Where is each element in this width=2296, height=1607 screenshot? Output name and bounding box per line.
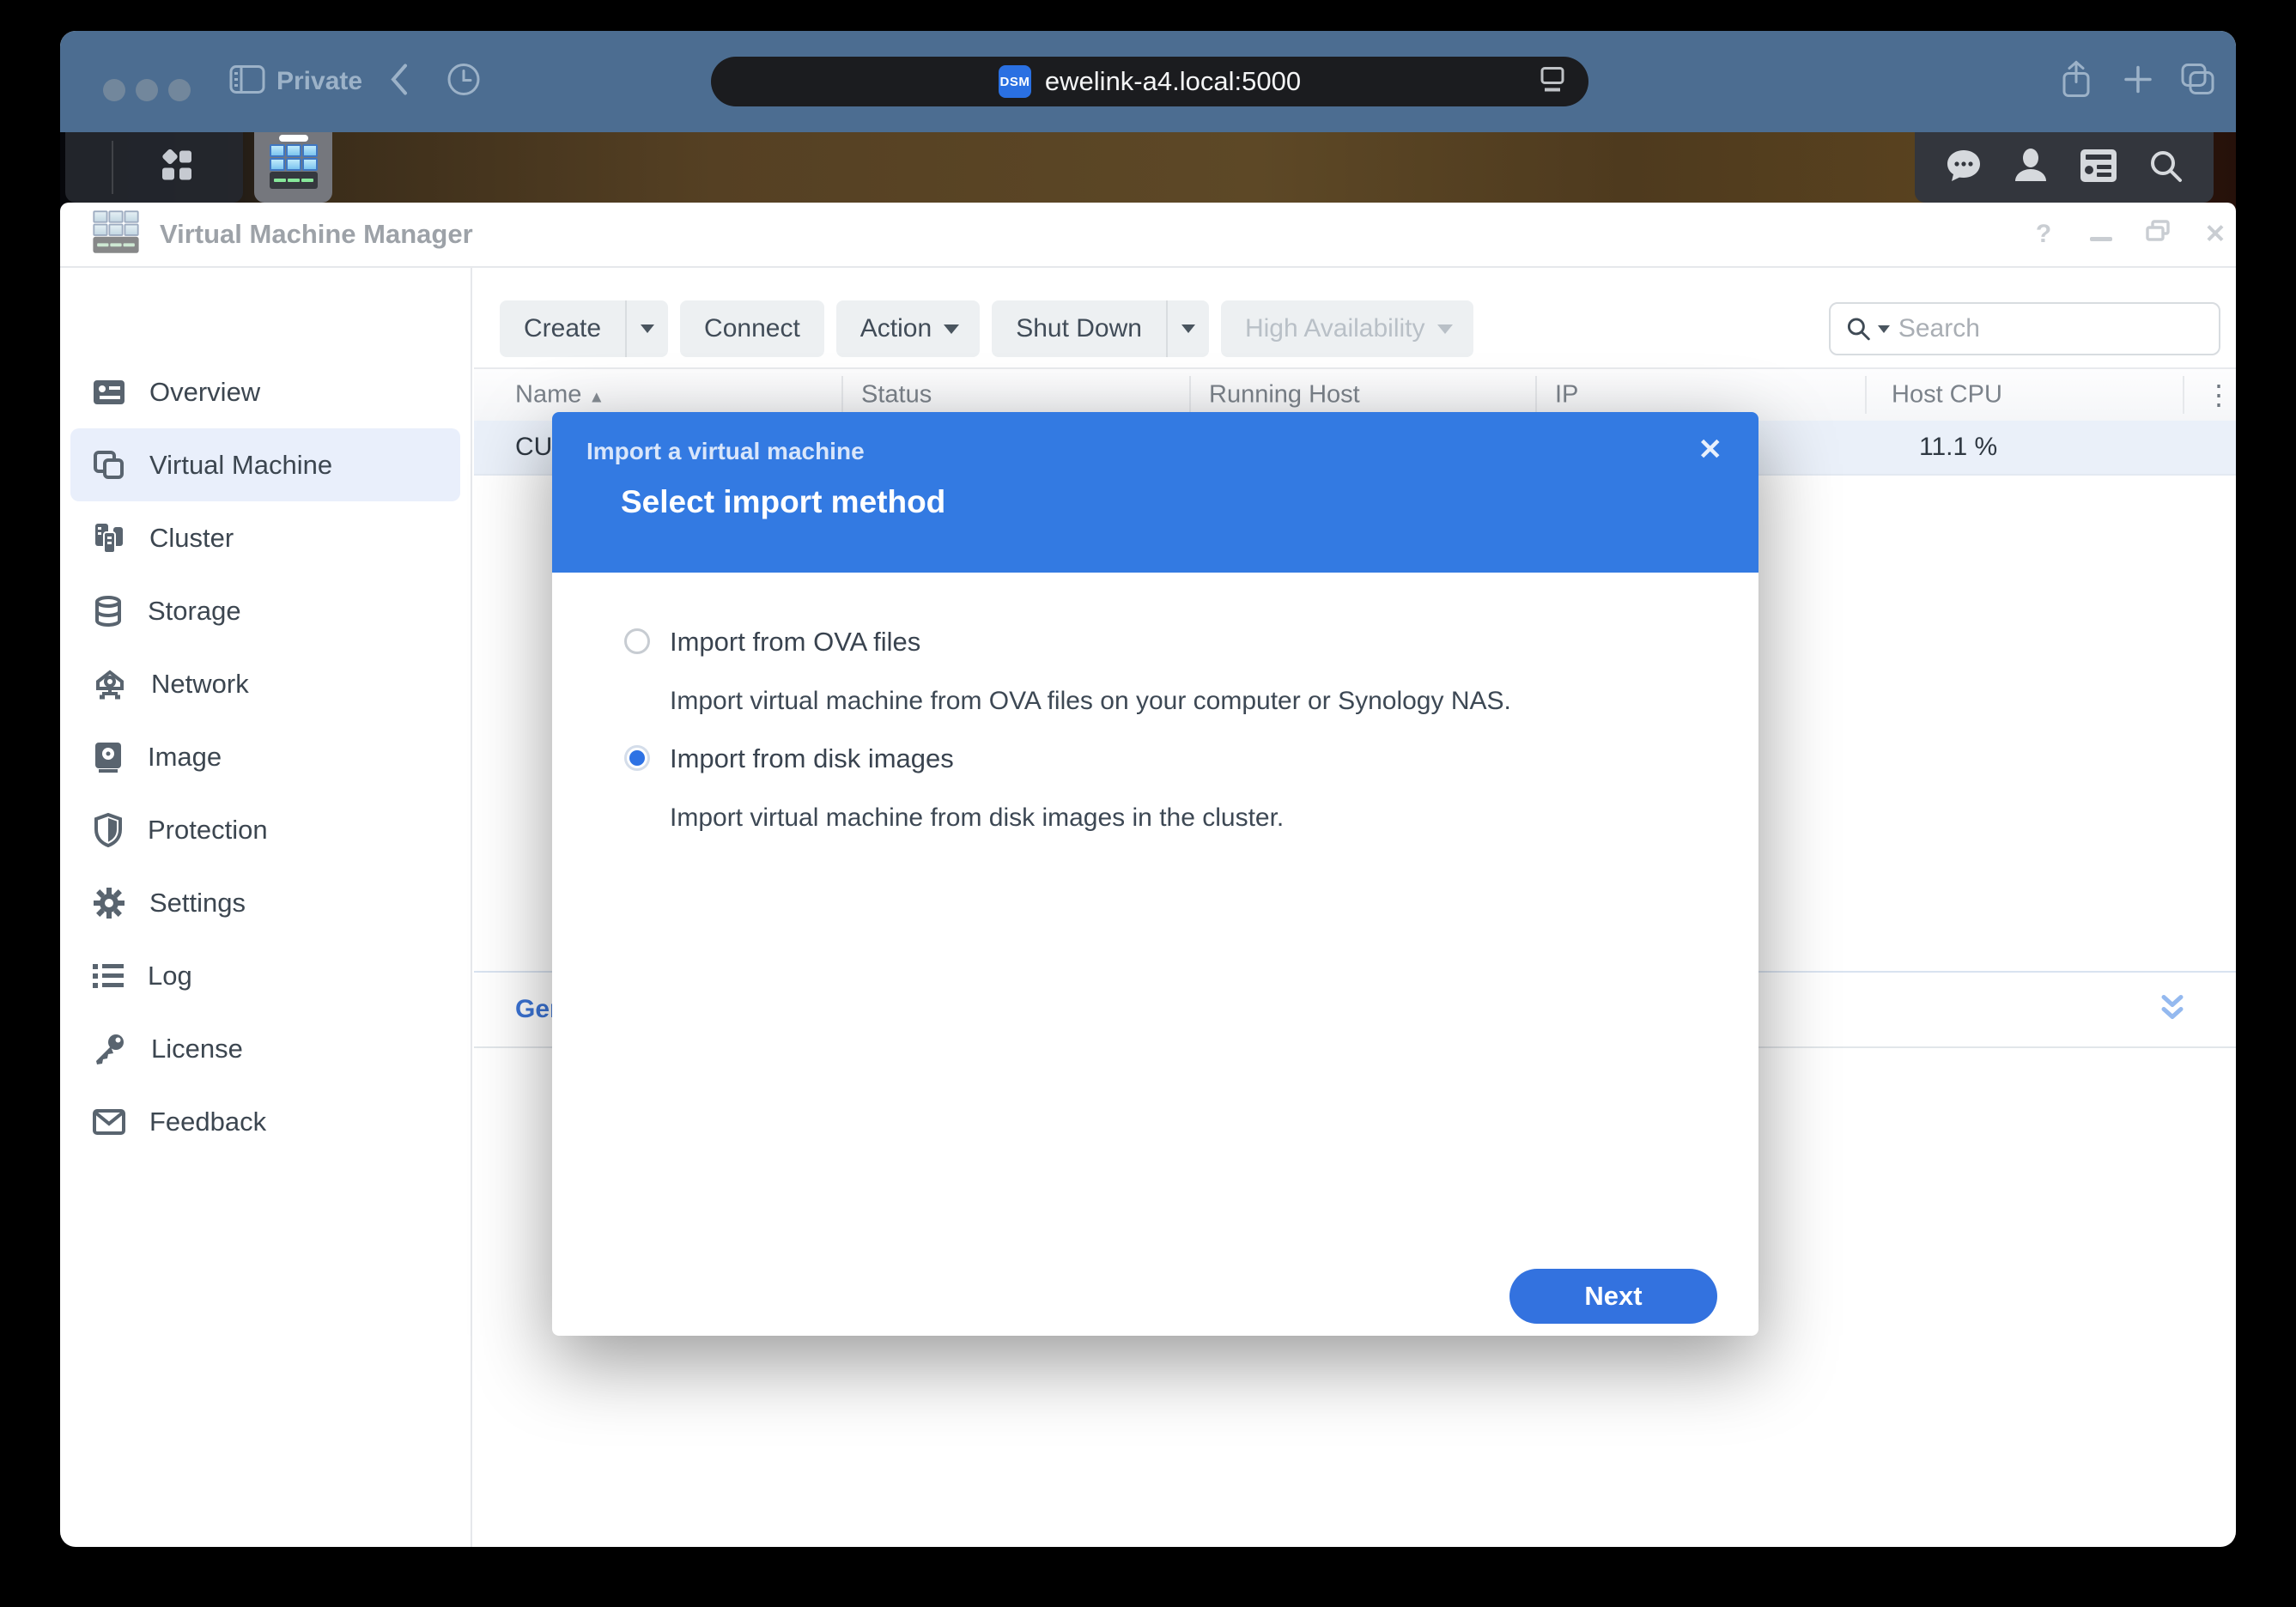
vmm-app-icon <box>267 144 320 192</box>
main-menu-icon[interactable] <box>156 145 197 191</box>
sidebar-label: Virtual Machine <box>149 450 332 481</box>
sidebar-label: Feedback <box>149 1107 266 1137</box>
sidebar-label: Image <box>148 742 222 773</box>
sidebar-item-cluster[interactable]: Cluster <box>70 501 460 574</box>
sidebar-item-overview[interactable]: Overview <box>70 355 460 428</box>
taskbar-app-vmm[interactable] <box>254 132 332 203</box>
site-favicon: DSM <box>999 65 1031 98</box>
search-filter-caret[interactable] <box>1878 325 1890 333</box>
host-cpu-cell: 11.1 % <box>1919 433 1997 462</box>
search-input[interactable] <box>1897 313 2203 344</box>
widgets-icon[interactable] <box>2079 148 2118 188</box>
sidebar-item-protection[interactable]: Protection <box>70 793 460 866</box>
high-availability-button: High Availability <box>1221 300 1473 357</box>
help-button[interactable]: ? <box>2026 220 2061 249</box>
vmm-title-icon <box>91 210 142 256</box>
import-vm-dialog: Import a virtual machine ✕ Select import… <box>552 412 1758 1336</box>
taskbar-right <box>1915 132 2214 203</box>
sidebar-label: Settings <box>149 888 246 919</box>
minimize-button[interactable] <box>2084 220 2118 249</box>
shutdown-button[interactable]: Shut Down <box>992 300 1209 357</box>
column-header-ip[interactable]: IP <box>1555 381 1578 409</box>
dialog-title: Import a virtual machine <box>586 438 865 465</box>
sidebar-label: Overview <box>149 377 260 408</box>
sidebar-label: Cluster <box>149 523 234 554</box>
collapse-icon[interactable] <box>2155 991 2190 1029</box>
search-icon <box>1846 314 1871 343</box>
radio-import-disk-images[interactable] <box>624 745 650 771</box>
sidebar-label: Log <box>148 961 192 991</box>
dialog-close-icon[interactable]: ✕ <box>1698 433 1723 467</box>
active-app-indicator <box>279 135 308 142</box>
user-icon[interactable] <box>2012 147 2050 189</box>
new-tab-icon[interactable] <box>2121 63 2155 101</box>
history-icon[interactable] <box>445 61 483 103</box>
macos-screen: Private DSM ewelink-a4.local:5000 <box>0 0 2296 1607</box>
shutdown-dropdown-icon[interactable] <box>1166 300 1209 357</box>
sidebar-label: License <box>151 1034 243 1064</box>
action-dropdown-button[interactable]: Action <box>836 300 980 357</box>
sidebar-label: Network <box>151 669 249 700</box>
sidebar-item-network[interactable]: Network <box>70 647 460 720</box>
column-header-running-host[interactable]: Running Host <box>1209 381 1360 409</box>
share-icon[interactable] <box>2059 60 2093 104</box>
action-toolbar: Create Connect Action Shut Down <box>500 300 2220 357</box>
dialog-header: Import a virtual machine ✕ Select import… <box>552 412 1758 573</box>
sort-asc-icon: ▲ <box>588 389 604 407</box>
next-button[interactable]: Next <box>1509 1269 1717 1324</box>
radio-description: Import virtual machine from disk images … <box>670 804 1284 833</box>
column-header-host-cpu[interactable]: Host CPU <box>1892 381 2002 409</box>
vmm-titlebar: Virtual Machine Manager ? ✕ <box>60 203 2236 268</box>
column-settings-icon[interactable]: ⋮ <box>2205 379 2232 411</box>
page-settings-icon[interactable] <box>1539 65 1566 99</box>
vmm-sidebar: Overview Virtual Machine Cluster Storage <box>60 266 472 1547</box>
connect-button[interactable]: Connect <box>680 300 824 357</box>
vm-search-box[interactable] <box>1829 302 2220 355</box>
sidebar-item-feedback[interactable]: Feedback <box>70 1085 460 1158</box>
sidebar-item-image[interactable]: Image <box>70 720 460 793</box>
sidebar-toggle-icon[interactable] <box>228 64 266 100</box>
radio-import-ova[interactable] <box>624 628 650 654</box>
taskbar-divider <box>112 141 113 194</box>
minimize-traffic-light[interactable] <box>136 79 158 101</box>
sidebar-item-storage[interactable]: Storage <box>70 574 460 647</box>
column-header-status[interactable]: Status <box>861 381 932 409</box>
column-header-name[interactable]: Name ▲ <box>515 381 604 409</box>
radio-description: Import virtual machine from OVA files on… <box>670 687 1511 716</box>
sidebar-item-log[interactable]: Log <box>70 939 460 1012</box>
dialog-heading: Select import method <box>621 484 945 520</box>
chat-icon[interactable] <box>1944 147 1983 189</box>
sidebar-label: Protection <box>148 815 268 846</box>
window-title: Virtual Machine Manager <box>160 219 473 250</box>
sidebar-item-virtual-machine[interactable]: Virtual Machine <box>70 428 460 501</box>
browser-toolbar: Private DSM ewelink-a4.local:5000 <box>60 31 2236 132</box>
chevron-down-icon <box>1437 324 1453 334</box>
tab-overview-icon[interactable] <box>2179 62 2217 102</box>
close-traffic-light[interactable] <box>103 79 125 101</box>
zoom-traffic-light[interactable] <box>168 79 191 101</box>
sidebar-item-license[interactable]: License <box>70 1012 460 1085</box>
create-button[interactable]: Create <box>500 300 668 357</box>
chevron-down-icon <box>944 324 959 334</box>
url-text: ewelink-a4.local:5000 <box>1045 66 1301 97</box>
maximize-button[interactable] <box>2141 219 2175 250</box>
address-bar[interactable]: DSM ewelink-a4.local:5000 <box>711 57 1588 106</box>
private-badge: Private <box>276 67 362 96</box>
radio-label[interactable]: Import from OVA files <box>670 627 920 658</box>
taskbar-left <box>65 132 243 203</box>
search-icon[interactable] <box>2147 147 2184 189</box>
close-button[interactable]: ✕ <box>2198 220 2232 250</box>
sidebar-item-settings[interactable]: Settings <box>70 866 460 939</box>
sidebar-label: Storage <box>148 596 241 627</box>
radio-label[interactable]: Import from disk images <box>670 743 954 774</box>
create-dropdown-icon[interactable] <box>625 300 668 357</box>
back-icon[interactable] <box>388 63 410 101</box>
vm-name-cell: CU <box>515 433 552 462</box>
